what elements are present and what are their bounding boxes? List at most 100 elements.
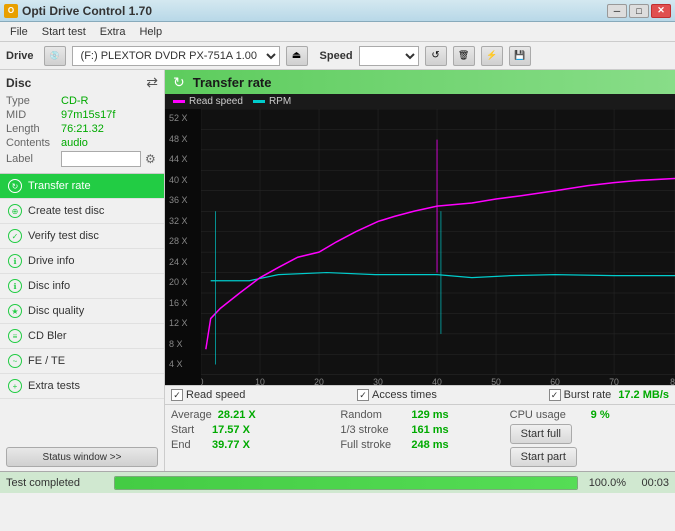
stats-col-1: Average 28.21 X Start 17.57 X End 39.77 … [171, 409, 330, 467]
close-button[interactable]: ✕ [651, 4, 671, 18]
menu-extra[interactable]: Extra [94, 24, 132, 40]
access-times-checkbox-label: Access times [372, 389, 437, 401]
nav-extra-tests-label: Extra tests [28, 380, 80, 392]
chart-title: Transfer rate [193, 75, 272, 90]
onethird-value: 161 ms [411, 424, 456, 436]
disc-type-value: CD-R [61, 95, 89, 107]
disc-section: Disc ⇄ Type CD-R MID 97m15s17f Length 76… [0, 70, 164, 174]
chart-header: ↻ Transfer rate [165, 70, 675, 94]
nav-disc-info[interactable]: ℹ Disc info [0, 274, 164, 299]
maximize-button[interactable]: □ [629, 4, 649, 18]
start-full-button[interactable]: Start full [510, 424, 572, 444]
svg-text:50: 50 [491, 377, 501, 385]
drive-select[interactable]: (F:) PLEXTOR DVDR PX-751A 1.00 [72, 46, 280, 66]
access-times-checkbox[interactable]: ✓ [357, 389, 369, 401]
chart-svg: 0 10 20 30 40 50 60 70 80 min [201, 109, 675, 385]
fullstroke-label: Full stroke [340, 439, 405, 451]
end-value: 39.77 X [212, 439, 257, 451]
disc-contents-value: audio [61, 137, 88, 149]
read-speed-checkbox[interactable]: ✓ [171, 389, 183, 401]
y-24: 24 X [169, 257, 197, 267]
disc-expand-icon[interactable]: ⇄ [146, 74, 158, 91]
progress-bar [115, 477, 577, 489]
legend-rpm-color [253, 100, 265, 103]
nav-verify-test-disc[interactable]: ✓ Verify test disc [0, 224, 164, 249]
disc-label-input[interactable] [61, 151, 141, 167]
onethird-label: 1/3 stroke [340, 424, 405, 436]
burn-button[interactable]: ⚡ [481, 46, 503, 66]
disc-length-row: Length 76:21.32 [6, 123, 158, 135]
create-test-disc-icon: ⊕ [8, 204, 22, 218]
start-full-row: Start full [510, 424, 669, 444]
chart-legend: Read speed RPM [165, 94, 675, 109]
nav-extra-tests[interactable]: + Extra tests [0, 374, 164, 399]
nav-drive-info[interactable]: ℹ Drive info [0, 249, 164, 274]
read-speed-checkbox-label: Read speed [186, 389, 245, 401]
legend-read-speed-color [173, 100, 185, 103]
minimize-button[interactable]: ─ [607, 4, 627, 18]
window-controls: ─ □ ✕ [607, 4, 671, 18]
transfer-rate-icon: ↻ [8, 179, 22, 193]
legend-read-speed: Read speed [173, 96, 243, 107]
save-button[interactable]: 💾 [509, 46, 531, 66]
menu-start-test[interactable]: Start test [36, 24, 92, 40]
start-part-button[interactable]: Start part [510, 447, 577, 467]
end-label: End [171, 439, 206, 451]
legend-rpm-label: RPM [269, 96, 291, 107]
random-row: Random 129 ms [340, 409, 499, 421]
cpu-row: CPU usage 9 % [510, 409, 669, 421]
y-12: 12 X [169, 318, 197, 328]
y-axis: 52 X 48 X 44 X 40 X 36 X 32 X 28 X 24 X … [165, 109, 201, 385]
eject-button[interactable]: ⏏ [286, 46, 308, 66]
gear-icon[interactable]: ⚙ [145, 152, 156, 166]
nav-disc-info-label: Disc info [28, 280, 70, 292]
y-48: 48 X [169, 134, 197, 144]
y-20: 20 X [169, 277, 197, 287]
erase-button[interactable]: 🗑 [453, 46, 475, 66]
chart-icon: ↻ [173, 74, 185, 91]
stats-bar: ✓ Read speed ✓ Access times ✓ Burst rate… [165, 385, 675, 404]
status-window-button[interactable]: Status window >> [6, 447, 158, 467]
disc-section-title: Disc [6, 76, 31, 90]
disc-mid-row: MID 97m15s17f [6, 109, 158, 121]
stats-col-3: CPU usage 9 % Start full Start part [510, 409, 669, 467]
disc-mid-value: 97m15s17f [61, 109, 115, 121]
fe-te-icon: ~ [8, 354, 22, 368]
nav-disc-quality[interactable]: ★ Disc quality [0, 299, 164, 324]
fullstroke-row: Full stroke 248 ms [340, 439, 499, 451]
speed-select[interactable] [359, 46, 419, 66]
onethird-row: 1/3 stroke 161 ms [340, 424, 499, 436]
nav-fe-te[interactable]: ~ FE / TE [0, 349, 164, 374]
stats-table: Average 28.21 X Start 17.57 X End 39.77 … [165, 404, 675, 471]
nav-transfer-rate[interactable]: ↻ Transfer rate [0, 174, 164, 199]
title-bar-left: O Opti Drive Control 1.70 [4, 4, 152, 18]
burst-rate-checkbox-label: Burst rate [564, 389, 612, 401]
status-text: Test completed [6, 477, 106, 489]
extra-tests-icon: + [8, 379, 22, 393]
chart-area: ↻ Transfer rate Read speed RPM 52 X 48 X [165, 70, 675, 385]
burst-rate-checkbox-container: ✓ Burst rate 17.2 MB/s [549, 389, 669, 401]
nav-create-test-disc[interactable]: ⊕ Create test disc [0, 199, 164, 224]
y-32: 32 X [169, 216, 197, 226]
nav-transfer-rate-label: Transfer rate [28, 180, 91, 192]
disc-header: Disc ⇄ [6, 74, 158, 91]
menu-file[interactable]: File [4, 24, 34, 40]
nav-verify-test-disc-label: Verify test disc [28, 230, 99, 242]
menu-bar: File Start test Extra Help [0, 22, 675, 42]
main-content: Disc ⇄ Type CD-R MID 97m15s17f Length 76… [0, 70, 675, 471]
y-16: 16 X [169, 298, 197, 308]
svg-text:10: 10 [255, 377, 265, 385]
legend-rpm: RPM [253, 96, 291, 107]
burst-rate-checkbox[interactable]: ✓ [549, 389, 561, 401]
menu-help[interactable]: Help [133, 24, 168, 40]
fullstroke-value: 248 ms [411, 439, 456, 451]
disc-quality-icon: ★ [8, 304, 22, 318]
read-speed-checkbox-container: ✓ Read speed [171, 389, 245, 401]
legend-read-speed-label: Read speed [189, 96, 243, 107]
y-4: 4 X [169, 359, 197, 369]
svg-text:20: 20 [314, 377, 324, 385]
nav-drive-info-label: Drive info [28, 255, 74, 267]
nav-cd-bler[interactable]: ≡ CD Bler [0, 324, 164, 349]
disc-type-label: Type [6, 95, 61, 107]
refresh-button[interactable]: ↺ [425, 46, 447, 66]
